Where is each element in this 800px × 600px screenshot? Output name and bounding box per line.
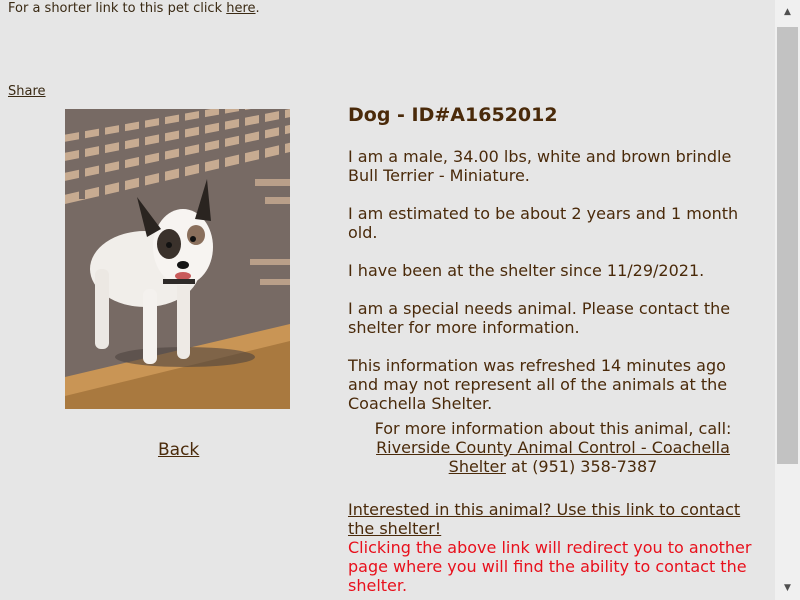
animal-info: Dog - ID#A1652012 I am a male, 34.00 lbs…: [348, 103, 758, 595]
back-container: Back: [158, 440, 199, 460]
contact-intro: For more information about this animal, …: [374, 419, 732, 438]
scroll-down-arrow-icon[interactable]: ▼: [775, 578, 800, 598]
redirect-warning: Clicking the above link will redirect yo…: [348, 538, 752, 595]
short-link-prefix: For a shorter link to this pet click: [8, 1, 227, 16]
animal-special-needs: I am a special needs animal. Please cont…: [348, 299, 731, 337]
short-link-here[interactable]: here: [226, 1, 255, 16]
refresh-note: This information was refreshed 14 minute…: [348, 356, 728, 413]
animal-age: I am estimated to be about 2 years and 1…: [348, 204, 739, 242]
contact-block: For more information about this animal, …: [348, 419, 758, 476]
back-link[interactable]: Back: [158, 440, 199, 460]
animal-title: Dog - ID#A1652012: [348, 104, 558, 126]
vertical-scrollbar[interactable]: ▲ ▼: [775, 0, 800, 600]
scrollbar-thumb[interactable]: [777, 27, 798, 464]
pet-photo: [65, 109, 290, 409]
interest-block: Interested in this animal? Use this link…: [348, 500, 758, 595]
shelter-phone: at (951) 358-7387: [505, 457, 658, 476]
share-container: Share: [8, 84, 46, 99]
scroll-up-arrow-icon[interactable]: ▲: [775, 2, 800, 22]
contact-line: Riverside County Animal Control - Coache…: [348, 438, 758, 476]
dog-photo-icon: [65, 109, 290, 409]
short-link-line: For a shorter link to this pet click her…: [8, 1, 260, 16]
animal-description: I am a male, 34.00 lbs, white and brown …: [348, 147, 732, 185]
share-link[interactable]: Share: [8, 84, 46, 99]
animal-shelter-since: I have been at the shelter since 11/29/2…: [348, 261, 705, 280]
pet-detail-page: For a shorter link to this pet click her…: [0, 0, 775, 600]
short-link-suffix: .: [255, 1, 260, 16]
contact-shelter-link[interactable]: Interested in this animal? Use this link…: [348, 500, 740, 538]
